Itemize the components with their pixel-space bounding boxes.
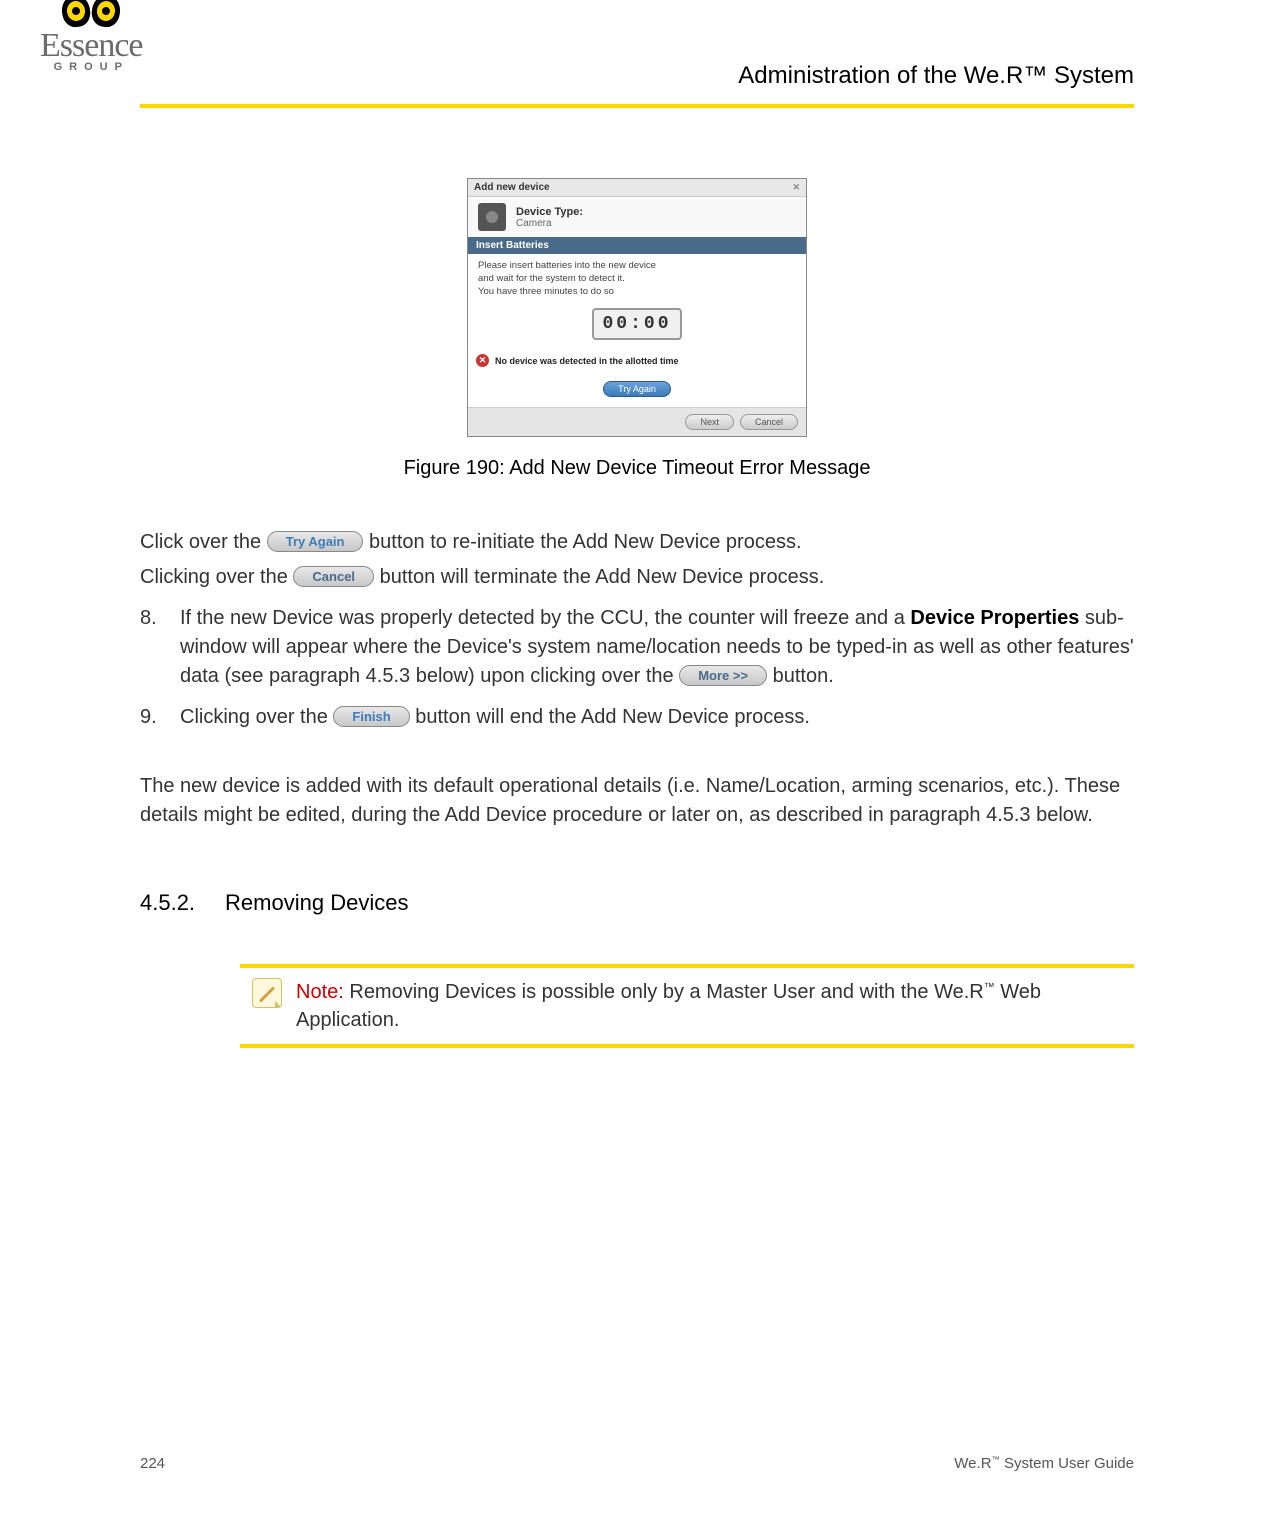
dialog-titlebar: Add new device ✕ xyxy=(468,179,806,197)
note-text: Note: Removing Devices is possible only … xyxy=(296,978,1122,1034)
section-title: Removing Devices xyxy=(225,890,408,916)
tm-symbol: ™ xyxy=(984,982,995,994)
more-inline-button: More >> xyxy=(679,665,767,686)
device-type-row: Device Type: Camera xyxy=(468,197,806,237)
note-label: Note: xyxy=(296,981,344,1003)
list-body: If the new Device was properly detected … xyxy=(180,604,1134,691)
dialog-title: Add new device xyxy=(474,182,550,193)
try-again-inline-button: Try Again xyxy=(267,531,364,552)
section-heading: 4.5.2. Removing Devices xyxy=(140,890,1134,916)
footer-guide: We.R™ System User Guide xyxy=(954,1455,1134,1472)
dialog-add-new-device: Add new device ✕ Device Type: Camera Ins… xyxy=(467,178,807,437)
dialog-footer: Next Cancel xyxy=(468,407,806,436)
next-button[interactable]: Next xyxy=(685,414,734,430)
instr-line: Please insert batteries into the new dev… xyxy=(478,260,796,273)
try-again-button[interactable]: Try Again xyxy=(603,381,671,397)
tm-symbol: ™ xyxy=(992,1455,1000,1464)
error-row: ✕ No device was detected in the allotted… xyxy=(468,350,806,377)
logo: Essence GROUP xyxy=(40,0,143,73)
countdown-timer: 00:00 xyxy=(592,308,681,340)
device-type-label: Device Type: xyxy=(516,206,583,218)
instr-line: You have three minutes to do so xyxy=(478,286,796,299)
finish-inline-button: Finish xyxy=(333,706,409,727)
owl-icon xyxy=(62,0,120,27)
camera-icon xyxy=(478,203,506,231)
list-number: 9. xyxy=(140,703,166,732)
logo-text: Essence xyxy=(40,27,143,65)
step-header: Insert Batteries xyxy=(468,237,806,254)
cancel-inline-button: Cancel xyxy=(293,566,374,587)
error-text: No device was detected in the allotted t… xyxy=(495,356,679,366)
list-body: Clicking over the Finish button will end… xyxy=(180,703,1134,732)
list-item-8: 8. If the new Device was properly detect… xyxy=(140,604,1134,691)
close-icon[interactable]: ✕ xyxy=(792,182,800,193)
figure-caption: Figure 190: Add New Device Timeout Error… xyxy=(140,457,1134,480)
try-again-row: Try Again xyxy=(468,377,806,407)
cancel-button[interactable]: Cancel xyxy=(740,414,798,430)
page-footer: 224 We.R™ System User Guide xyxy=(140,1455,1134,1472)
list-item-9: 9. Clicking over the Finish button will … xyxy=(140,703,1134,732)
instruction-text: Please insert batteries into the new dev… xyxy=(468,254,806,304)
error-icon: ✕ xyxy=(476,354,489,367)
paragraph: Clicking over the Cancel button will ter… xyxy=(140,563,1134,592)
bold-text: Device Properties xyxy=(910,607,1079,629)
section-number: 4.5.2. xyxy=(140,890,195,916)
instr-line: and wait for the system to detect it. xyxy=(478,273,796,286)
paragraph: Click over the Try Again button to re-in… xyxy=(140,528,1134,557)
note-icon xyxy=(252,978,282,1008)
list-number: 8. xyxy=(140,604,166,691)
logo-subtext: GROUP xyxy=(54,61,129,73)
page-number: 224 xyxy=(140,1455,165,1472)
page-title: Administration of the We.R™ System xyxy=(738,62,1134,90)
device-type-value: Camera xyxy=(516,218,583,229)
page-header: Essence GROUP Administration of the We.R… xyxy=(140,0,1134,108)
counter-row: 00:00 xyxy=(468,304,806,350)
paragraph: The new device is added with its default… xyxy=(140,772,1134,830)
note-box: Note: Removing Devices is possible only … xyxy=(240,964,1134,1048)
